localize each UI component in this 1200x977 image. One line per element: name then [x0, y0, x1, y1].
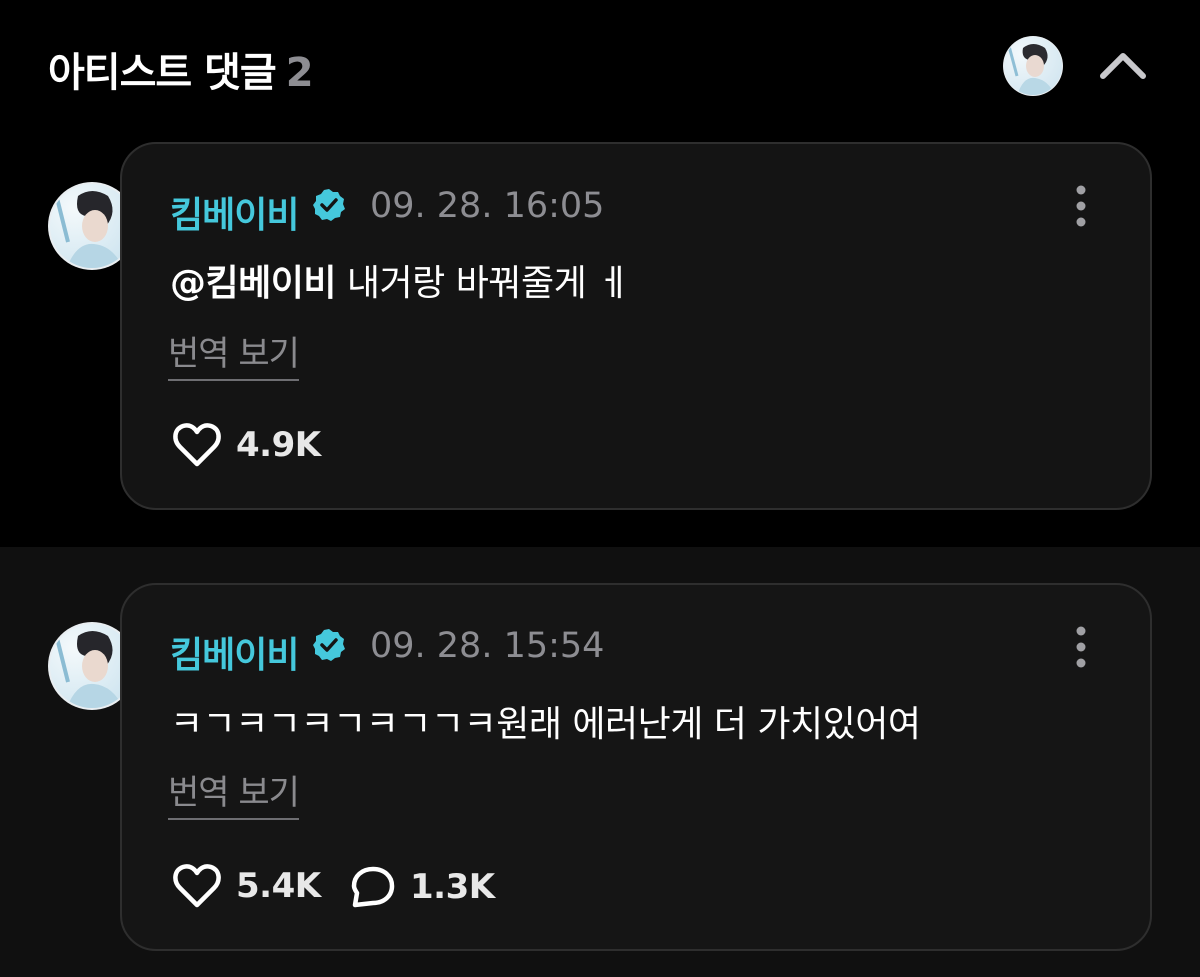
verified-badge-icon	[312, 628, 346, 662]
comment-text: 내거랑 바꿔줄게 ㅔ	[335, 263, 630, 304]
chevron-up-icon	[1100, 53, 1146, 79]
more-options-button[interactable]	[1074, 625, 1088, 669]
artist-comments-header: 아티스트 댓글 2	[0, 0, 1200, 130]
reply-count: 1.3K	[410, 867, 495, 907]
translate-link[interactable]: 번역 보기	[168, 765, 300, 820]
like-button[interactable]: 4.9K	[172, 422, 321, 468]
comment-card: 킴베이비 09. 28. 15:54 ㅋㄱㅋㄱㅋㄱㅋㄱㄱㅋ원래 에러난게 더 가…	[120, 583, 1152, 951]
like-count: 5.4K	[236, 866, 321, 906]
more-options-button[interactable]	[1074, 184, 1088, 228]
more-vertical-icon	[1076, 185, 1086, 227]
translate-link[interactable]: 번역 보기	[168, 326, 300, 381]
header-title: 아티스트 댓글 2	[48, 40, 314, 98]
header-avatar[interactable]	[1003, 36, 1063, 96]
header-title-text: 아티스트 댓글	[48, 50, 277, 96]
reply-button[interactable]: 1.3K	[350, 865, 495, 909]
heart-icon	[173, 423, 221, 467]
collapse-button[interactable]	[1098, 48, 1148, 84]
comment-card: 킴베이비 09. 28. 16:05 @킴베이비 내거랑 바꿔줄게 ㅔ 번역 보…	[120, 142, 1152, 510]
heart-icon	[173, 864, 221, 908]
comment-timestamp: 09. 28. 15:54	[370, 626, 605, 666]
verified-badge-icon	[312, 188, 346, 222]
like-count: 4.9K	[236, 425, 321, 465]
like-button[interactable]: 5.4K	[172, 863, 321, 909]
comment-author[interactable]: 킴베이비	[170, 186, 299, 238]
more-vertical-icon	[1076, 626, 1086, 668]
comment-author[interactable]: 킴베이비	[170, 626, 299, 678]
comment-bubble-icon	[351, 866, 395, 908]
comment-body: @킴베이비 내거랑 바꿔줄게 ㅔ	[170, 254, 630, 306]
comment-timestamp: 09. 28. 16:05	[370, 186, 605, 226]
header-comment-count: 2	[285, 50, 314, 96]
comment-mention[interactable]: @킴베이비	[170, 263, 336, 304]
comment-body: ㅋㄱㅋㄱㅋㄱㅋㄱㄱㅋ원래 에러난게 더 가치있어여	[170, 704, 921, 745]
